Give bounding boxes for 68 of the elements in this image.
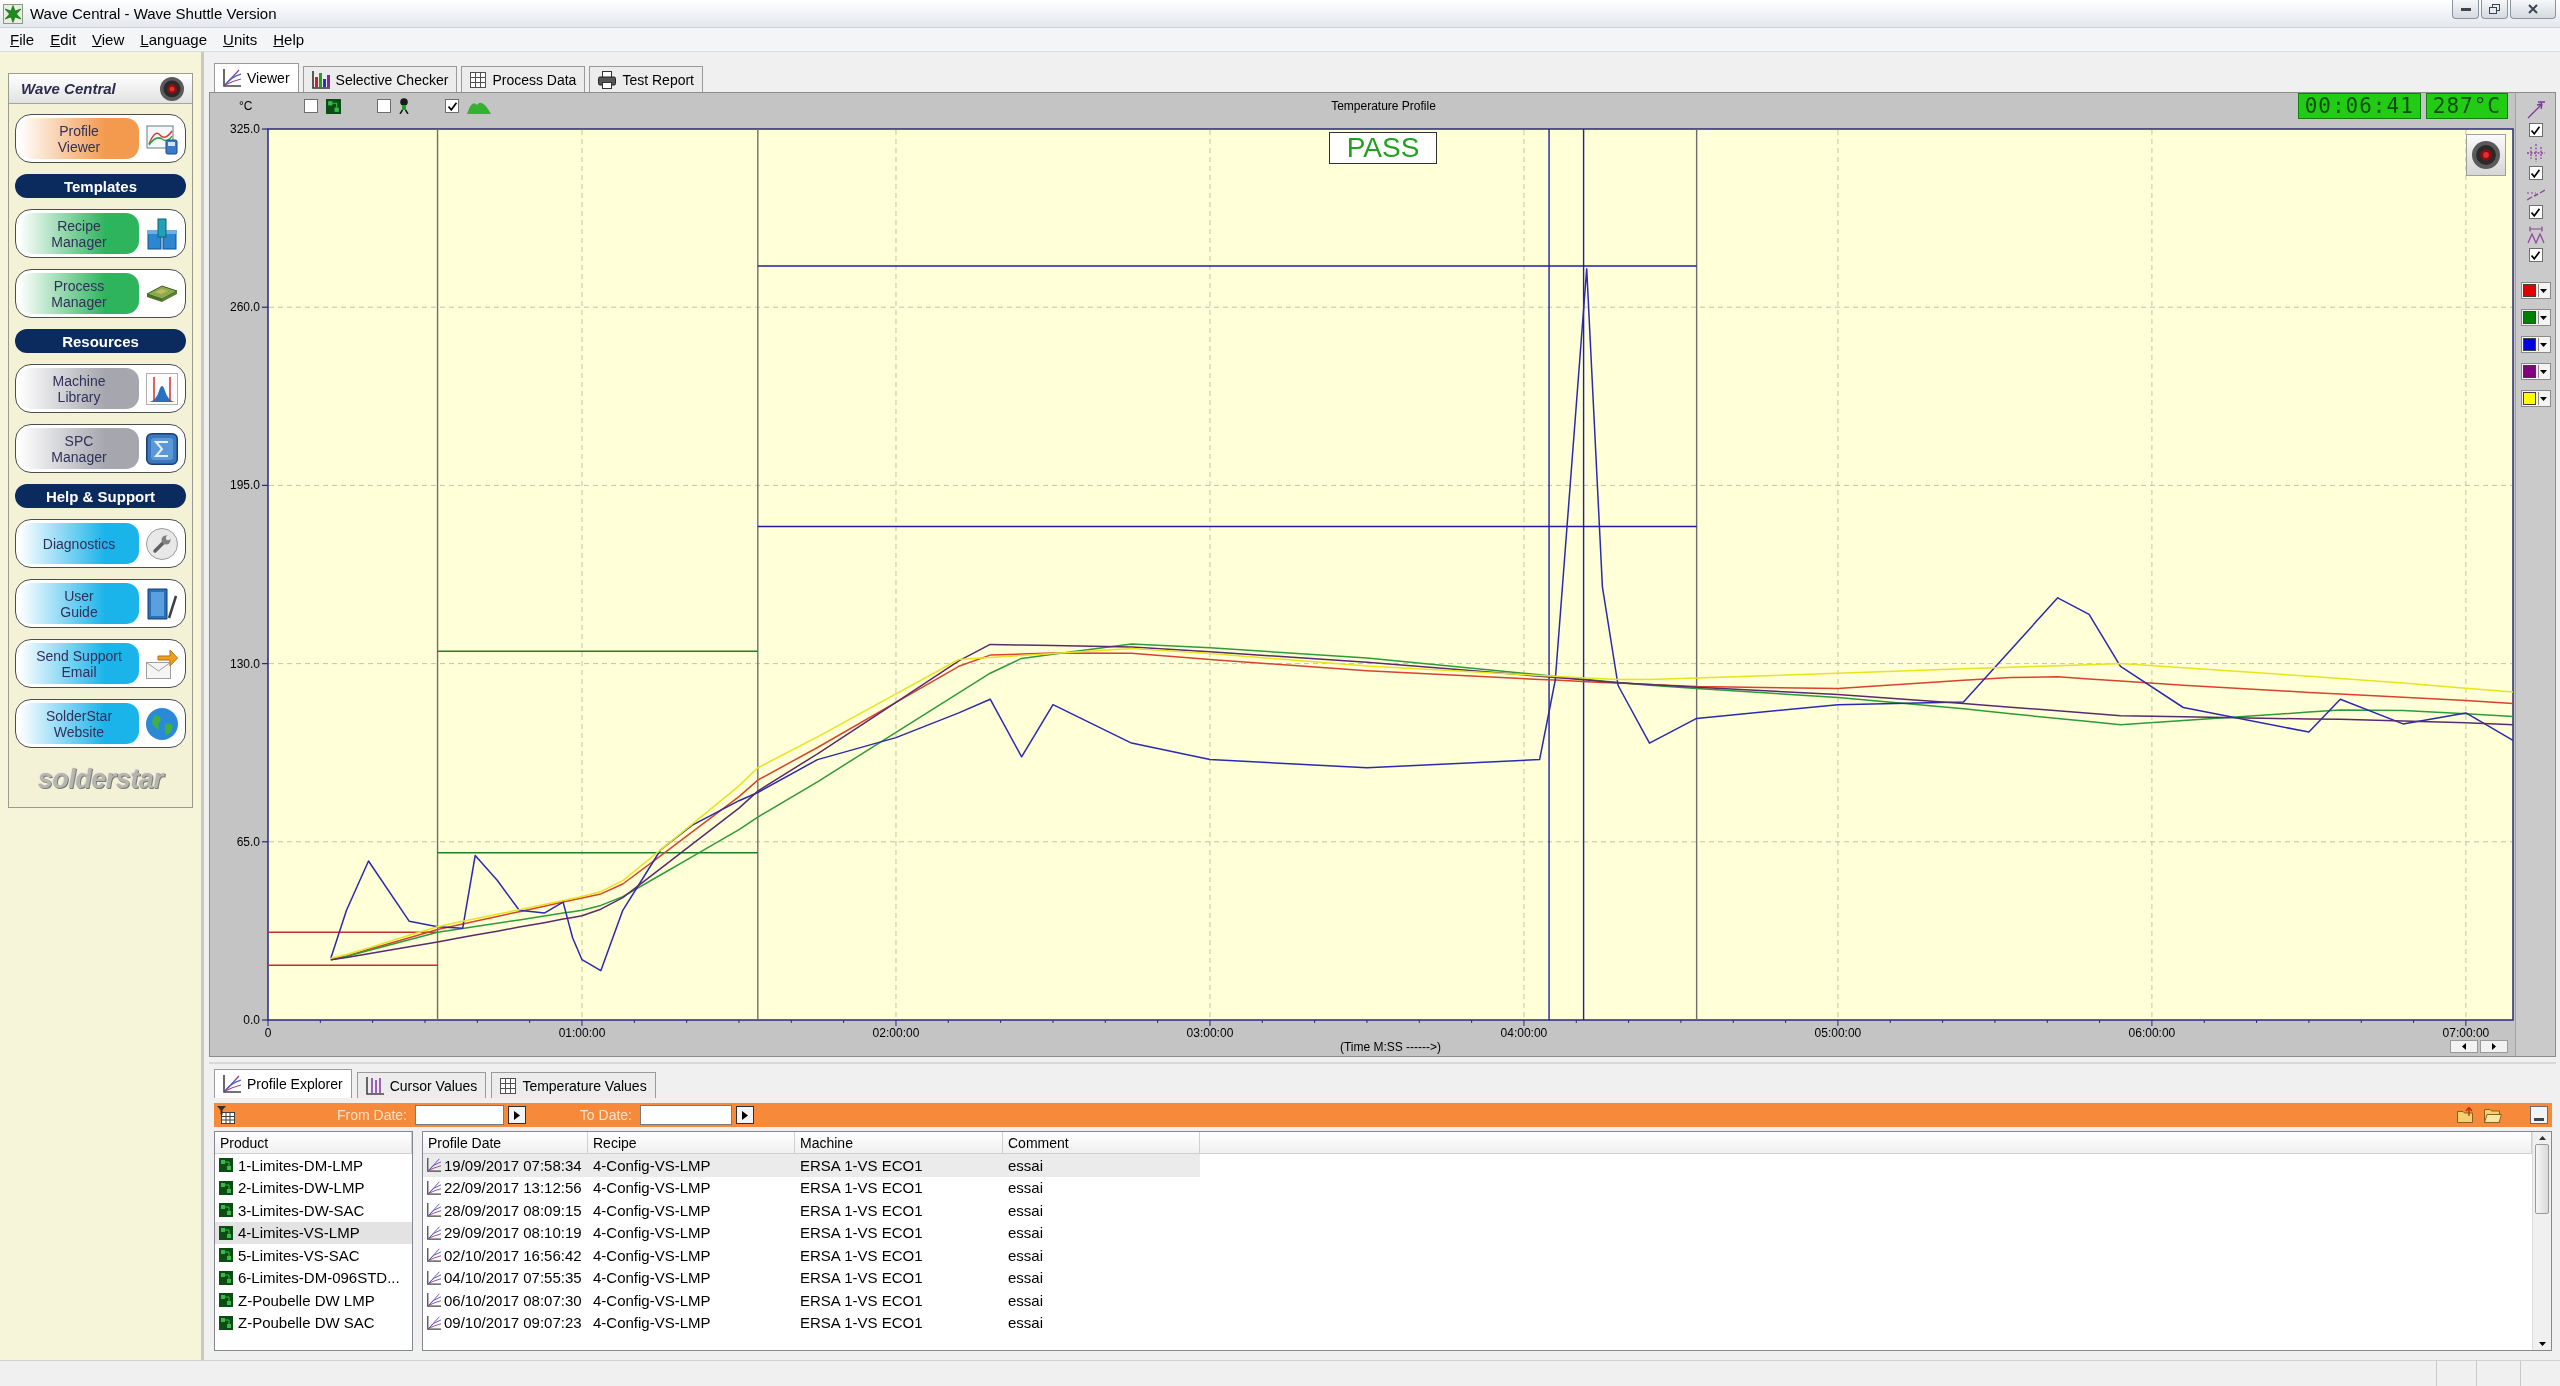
chart-title: Temperature Profile	[1331, 99, 1436, 113]
table-cell: 09/10/2017 09:07:23	[444, 1314, 582, 1332]
table-cell-text: essai	[1007, 1201, 1045, 1219]
table-cell-text: 4-Config-VS-LMP	[592, 1314, 712, 1332]
table-cell-text: ERSA 1-VS ECO1	[799, 1224, 924, 1242]
axis-tick-label: 260.0	[229, 300, 260, 315]
table-cell: 29/09/2017 08:10:19	[444, 1224, 582, 1242]
section-header: Help & Support	[15, 484, 186, 508]
table-cell-text: 4-Config-VS-LMP	[592, 1291, 712, 1309]
table-cell-text: essai	[1007, 1269, 1045, 1287]
timer-display: 00:06:41	[2297, 93, 2421, 119]
axis-tick-label: 0	[264, 1026, 272, 1040]
product-name: 2-Limites-DW-LMP	[238, 1179, 365, 1197]
table-cell-text: ERSA 1-VS ECO1	[799, 1314, 924, 1332]
axis-tick-label: 02:00:00	[872, 1026, 920, 1040]
product-name: 6-Limites-DM-096STD...	[238, 1269, 400, 1287]
axis-tick-label: 0.0	[243, 1013, 260, 1027]
axis-tick-label: 06:00:00	[2128, 1026, 2176, 1040]
axis-tick-label: 65.0	[236, 834, 260, 849]
table-cell-text: essai	[1007, 1156, 1045, 1174]
table-cell: 04/10/2017 07:55:35	[444, 1269, 582, 1287]
table-cell-text: ERSA 1-VS ECO1	[799, 1269, 924, 1287]
table-cell-text: 4-Config-VS-LMP	[592, 1156, 712, 1174]
table-cell: 02/10/2017 16:56:42	[444, 1246, 582, 1264]
window-title: Wave Central - Wave Shuttle Version	[30, 5, 278, 22]
axis-tick-label: 05:00:00	[1814, 1026, 1862, 1040]
result-label: PASS	[1329, 132, 1437, 164]
product-name: 4-Limites-VS-LMP	[238, 1224, 360, 1242]
table-cell-text: essai	[1007, 1224, 1045, 1242]
axis-tick-label: 04:00:00	[1500, 1026, 1548, 1040]
axis-tick-label: 07:00:00	[2442, 1026, 2490, 1040]
section-header: Resources	[15, 329, 186, 353]
to-date-label: To Date:	[578, 1107, 633, 1123]
product-name: 3-Limites-DW-SAC	[238, 1201, 365, 1219]
table-cell-text: ERSA 1-VS ECO1	[799, 1201, 924, 1219]
table-cell: 06/10/2017 08:07:30	[444, 1291, 582, 1309]
table-cell-text: ERSA 1-VS ECO1	[799, 1246, 924, 1264]
temperature-display: 287°C	[2425, 93, 2508, 119]
table-cell-text: essai	[1007, 1179, 1045, 1197]
table-cell: 19/09/2017 07:58:34	[444, 1156, 582, 1174]
product-name: 1-Limites-DM-LMP	[238, 1156, 363, 1174]
table-cell-text: 4-Config-VS-LMP	[592, 1224, 712, 1242]
logo-text: solderstar	[37, 764, 164, 795]
table-cell: 28/09/2017 08:09:15	[444, 1201, 582, 1219]
axis-tick-label: 03:00:00	[1186, 1026, 1234, 1040]
section-header: Templates	[15, 174, 186, 198]
panel-title: Wave Central	[21, 80, 116, 97]
table-cell: 22/09/2017 13:12:56	[444, 1179, 582, 1197]
table-cell-text: essai	[1007, 1314, 1045, 1332]
table-cell-text: 4-Config-VS-LMP	[592, 1179, 712, 1197]
table-cell-text: essai	[1007, 1246, 1045, 1264]
table-cell-text: 4-Config-VS-LMP	[592, 1246, 712, 1264]
table-cell-text: ERSA 1-VS ECO1	[799, 1156, 924, 1174]
table-cell-text: 4-Config-VS-LMP	[592, 1269, 712, 1287]
axis-tick-label: 325.0	[229, 122, 260, 136]
product-name: Z-Poubelle DW SAC	[238, 1314, 375, 1332]
product-name: Z-Poubelle DW LMP	[238, 1291, 375, 1309]
axis-tick-label: 195.0	[229, 478, 260, 493]
table-cell-text: ERSA 1-VS ECO1	[799, 1179, 924, 1197]
table-cell-text: 4-Config-VS-LMP	[592, 1201, 712, 1219]
axis-tick-label: 130.0	[229, 656, 260, 671]
from-date-label: From Date:	[336, 1107, 408, 1123]
product-name: 5-Limites-VS-SAC	[238, 1246, 360, 1264]
axis-tick-label: 01:00:00	[558, 1026, 606, 1040]
axis-unit-label: °C	[239, 99, 253, 113]
table-cell-text: essai	[1007, 1291, 1045, 1309]
table-cell-text: ERSA 1-VS ECO1	[799, 1291, 924, 1309]
axis-title: (Time M:SS ------>)	[1339, 1040, 1442, 1054]
